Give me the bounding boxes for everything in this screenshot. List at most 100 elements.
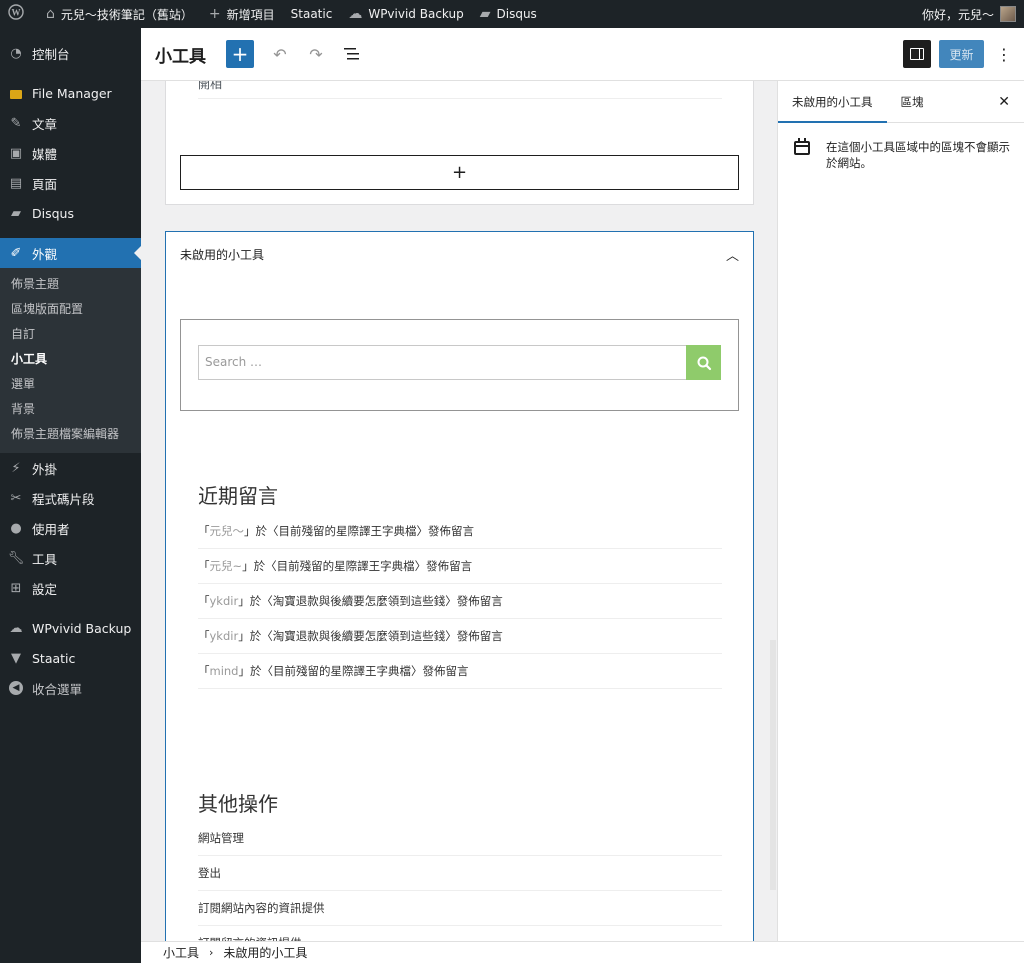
- update-button[interactable]: 更新: [939, 40, 984, 68]
- comment-author-link[interactable]: mind: [210, 664, 239, 678]
- sidebar-item-code-snippets[interactable]: ✂ 程式碼片段: [0, 483, 141, 513]
- search-icon: [697, 356, 711, 370]
- breadcrumb-item-inactive[interactable]: 未啟用的小工具: [223, 944, 307, 961]
- submenu-item-background[interactable]: 背景: [0, 397, 141, 422]
- sidebar-item-posts[interactable]: ✎ 文章: [0, 108, 141, 138]
- comment-author-link[interactable]: ykdir: [210, 594, 239, 608]
- widget-area-description: 在這個小工具區域中的區塊不會顯示於網站。: [778, 123, 1024, 171]
- list-item[interactable]: 登出: [198, 856, 722, 891]
- wp-logo-menu[interactable]: W: [0, 0, 38, 28]
- comment-author-link[interactable]: 元兒～: [210, 524, 245, 538]
- wpvivid-menu[interactable]: ☁ WPvivid Backup: [340, 0, 471, 28]
- submenu-item-widgets[interactable]: 小工具: [0, 347, 141, 372]
- sidebar-item-file-manager[interactable]: File Manager: [0, 78, 141, 108]
- comment-icon: ▰: [479, 6, 491, 22]
- sidebar-item-label: 收合選單: [32, 681, 83, 697]
- search-input[interactable]: Search …: [198, 345, 687, 380]
- user-icon: ●: [10, 520, 22, 536]
- inactive-widgets-panel-header[interactable]: 未啟用的小工具 ︿: [166, 232, 753, 276]
- sidebar-item-label: 控制台: [32, 46, 70, 62]
- sidebar-item-media[interactable]: ▣ 媒體: [0, 138, 141, 168]
- comment-post-link[interactable]: 目前殘留的星際譯王字典檔: [273, 664, 411, 678]
- account-menu[interactable]: 你好，元兒～: [914, 0, 1024, 28]
- chevron-up-icon[interactable]: ︿: [726, 245, 739, 264]
- sidebar-item-users[interactable]: ● 使用者: [0, 513, 141, 543]
- submenu-item-menus[interactable]: 選單: [0, 372, 141, 397]
- widget-area-inactive: 未啟用的小工具 ︿ Search … 近期留言 「元兒～」於〈目前殘留的星際譯王…: [165, 231, 754, 941]
- wrench-icon: 🔧︎: [7, 550, 25, 566]
- comment-suffix-text: 發佈留言: [456, 629, 503, 643]
- wordpress-logo-icon: W: [8, 4, 24, 24]
- list-item[interactable]: 訂閱網站內容的資訊提供: [198, 891, 722, 926]
- close-icon[interactable]: ✕: [998, 94, 1010, 110]
- list-item[interactable]: 訂閱留言的資訊提供: [198, 926, 722, 941]
- submenu-item-block-patterns[interactable]: 區塊版面配置: [0, 297, 141, 322]
- sidebar-item-label: 工具: [32, 551, 58, 567]
- comment-suffix-text: 發佈留言: [422, 664, 469, 678]
- sidebar-item-settings[interactable]: ⊞ 設定: [0, 573, 141, 603]
- media-icon: ▣: [9, 145, 23, 161]
- scissors-icon: ✂: [10, 490, 22, 506]
- sidebar-item-wpvivid[interactable]: ☁ WPvivid Backup: [0, 613, 141, 643]
- cloud-icon: ☁: [9, 620, 23, 636]
- sidebar-item-label: 文章: [32, 116, 58, 132]
- canvas-scrollbar[interactable]: [770, 640, 776, 890]
- submenu-item-customize[interactable]: 自訂: [0, 322, 141, 347]
- staatic-menu[interactable]: Staatic: [283, 0, 341, 28]
- list-view-button[interactable]: [338, 40, 366, 68]
- comment-author-link[interactable]: ykdir: [210, 629, 239, 643]
- svg-text:W: W: [12, 8, 21, 18]
- sidebar-item-label: 媒體: [32, 146, 58, 162]
- comment-post-link[interactable]: 目前殘留的星際譯王字典檔: [279, 524, 417, 538]
- comment-post-link[interactable]: 淘寶退款與後續要怎麼領到這些錢: [273, 594, 446, 608]
- list-item: 「ykdir」於〈淘寶退款與後續要怎麼領到這些錢〉發佈留言: [198, 619, 722, 654]
- block-appender-button[interactable]: +: [180, 155, 739, 190]
- more-options-button[interactable]: ⋮: [994, 40, 1014, 68]
- sidebar-item-label: 設定: [32, 581, 58, 597]
- recent-comments-list: 「元兒～」於〈目前殘留的星際譯王字典檔〉發佈留言 「元兒~」於〈目前殘留的星際譯…: [198, 514, 722, 689]
- add-block-button[interactable]: +: [226, 40, 254, 68]
- sidebar-item-label: 程式碼片段: [32, 491, 95, 507]
- sidebar-item-tools[interactable]: 🔧︎ 工具: [0, 543, 141, 573]
- comment-post-link[interactable]: 淘寶退款與後續要怎麼領到這些錢: [273, 629, 446, 643]
- pin-icon: ✎: [10, 115, 22, 131]
- admin-sidebar: ◔ 控制台 File Manager ✎ 文章 ▣ 媒體 ▤ 頁面 ▰ Disq…: [0, 28, 141, 963]
- comment-suffix-text: 發佈留言: [426, 559, 473, 573]
- sidebar-item-pages[interactable]: ▤ 頁面: [0, 168, 141, 198]
- disqus-menu[interactable]: ▰ Disqus: [472, 0, 545, 28]
- sidebar-item-label: Disqus: [32, 205, 74, 221]
- search-button[interactable]: [686, 345, 721, 380]
- submenu-item-themes[interactable]: 佈景主題: [0, 272, 141, 297]
- collapse-menu-button[interactable]: ◀ 收合選單: [0, 673, 141, 703]
- breadcrumb-item-widgets[interactable]: 小工具: [163, 944, 199, 961]
- calendar-icon: [794, 138, 810, 155]
- submenu-item-theme-editor[interactable]: 佈景主題檔案編輯器: [0, 422, 141, 447]
- sidebar-item-label: WPvivid Backup: [32, 620, 132, 636]
- list-item: 「元兒～」於〈目前殘留的星際譯王字典檔〉發佈留言: [198, 514, 722, 549]
- sidebar-item-disqus[interactable]: ▰ Disqus: [0, 198, 141, 228]
- sidebar-item-label: Staatic: [32, 650, 76, 666]
- undo-button[interactable]: ↶: [266, 40, 294, 68]
- sidebar-item-dashboard[interactable]: ◔ 控制台: [0, 38, 141, 68]
- tab-widget-area[interactable]: 未啟用的小工具: [778, 81, 887, 123]
- sidebar-item-label: 外觀: [32, 246, 58, 262]
- new-item-menu[interactable]: + 新增項目: [201, 0, 283, 28]
- redo-button[interactable]: ↷: [302, 40, 330, 68]
- sidebar-item-plugins[interactable]: ⚡ 外掛: [0, 453, 141, 483]
- sidebar-item-staatic[interactable]: ▼ Staatic: [0, 643, 141, 673]
- sidebar-item-appearance[interactable]: ✐ 外觀: [0, 238, 141, 268]
- site-name: 元兒～技術筆記（舊站）: [60, 7, 193, 22]
- comment-post-link[interactable]: 目前殘留的星際譯王字典檔: [277, 559, 415, 573]
- widget-area-description-text: 在這個小工具區域中的區塊不會顯示於網站。: [826, 140, 1010, 170]
- list-item[interactable]: 網站管理: [198, 821, 722, 856]
- comment-icon: ▰: [11, 205, 21, 221]
- page-icon: ▤: [9, 175, 23, 191]
- comment-author-link[interactable]: 元兒~: [210, 559, 243, 573]
- home-icon: ⌂: [46, 6, 55, 22]
- tab-block[interactable]: 區塊: [887, 81, 938, 123]
- sidebar-icon: [910, 48, 924, 60]
- settings-sidebar-toggle[interactable]: [903, 40, 931, 68]
- site-name-link[interactable]: ⌂ 元兒～技術筆記（舊站）: [38, 0, 201, 28]
- settings-sidebar: 未啟用的小工具 區塊 ✕ 在這個小工具區域中的區塊不會顯示於網站。: [777, 81, 1024, 941]
- page-title: 小工具: [155, 46, 206, 67]
